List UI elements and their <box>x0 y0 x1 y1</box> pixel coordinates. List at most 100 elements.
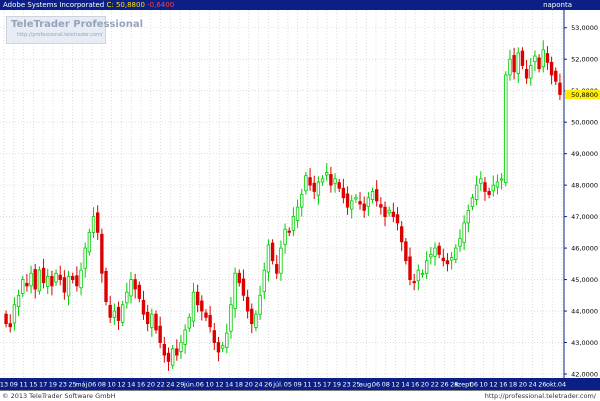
candle-down <box>445 260 450 265</box>
candle-up <box>179 342 183 352</box>
period-label[interactable]: naponta <box>543 0 572 10</box>
x-tick-label: 05 <box>284 381 292 389</box>
candle-down <box>100 233 104 274</box>
candle-down <box>337 182 341 189</box>
x-tick-label: 14 <box>401 381 409 389</box>
candle-down <box>408 256 412 280</box>
x-tick-label: 06 <box>470 381 478 389</box>
candle-down <box>379 204 383 208</box>
candle-up <box>433 247 437 257</box>
candle-down <box>487 191 491 195</box>
candle-up <box>470 197 475 207</box>
candle-up <box>504 74 508 184</box>
candle-down <box>237 272 241 284</box>
candle-down <box>104 270 108 302</box>
candle-up <box>91 216 96 233</box>
x-tick-label: 06 <box>196 381 204 389</box>
current-price-label: 50,8800 <box>571 91 598 99</box>
candle-up <box>37 269 42 292</box>
candle-down <box>287 230 291 233</box>
candle-up <box>491 184 495 192</box>
candle-up <box>266 244 271 273</box>
x-tick-label: 18 <box>235 381 243 389</box>
candle-down <box>25 282 29 287</box>
candle-down <box>204 312 208 318</box>
candle-down <box>33 269 37 290</box>
candle-up <box>291 216 296 231</box>
candle-down <box>362 203 366 211</box>
y-tick-label: 50,0000 <box>571 119 598 127</box>
candle-up <box>495 181 500 188</box>
candle-down <box>108 304 112 318</box>
x-tick-label: 15 <box>29 381 37 389</box>
x-tick-label: 13 <box>0 381 8 389</box>
candle-down <box>345 193 350 208</box>
candle-down <box>524 68 529 79</box>
x-tick-label: 19 <box>333 381 341 389</box>
y-tick-label: 44,0000 <box>571 308 598 316</box>
candle-down <box>395 214 400 224</box>
x-tick-label: 12 <box>215 381 223 389</box>
x-tick-label: 10 <box>205 381 213 389</box>
candle-down <box>358 201 362 205</box>
candle-up <box>300 194 304 208</box>
x-tick-label: 12 <box>117 381 125 389</box>
logo-name: TeleTrader Professional <box>11 19 144 30</box>
x-tick-label: 22 <box>431 381 439 389</box>
candle-up <box>304 175 308 192</box>
candle-up <box>83 247 87 269</box>
candle-up <box>295 206 300 221</box>
candle-up <box>191 291 196 322</box>
candle-up <box>333 178 337 184</box>
candle-up <box>220 345 225 349</box>
candle-down <box>208 315 212 328</box>
candle-down <box>308 177 312 186</box>
candle-down <box>71 276 75 280</box>
candle-down <box>520 50 525 66</box>
candle-up <box>21 279 25 294</box>
x-tick-label: 11 <box>303 381 311 389</box>
candle-down <box>245 296 250 312</box>
candle-up <box>29 272 33 287</box>
candlestick-chart[interactable]: 42,0000 43,0000 44,0000 45,0000 46,0000 47,00… <box>0 10 600 390</box>
candle-up <box>283 228 287 245</box>
candle-down <box>166 352 171 362</box>
x-tick-label: okt. <box>546 381 558 389</box>
candle-up <box>474 184 479 201</box>
candle-up <box>87 231 92 253</box>
chart-title: Adobe Systems Incorporated C: 50,8800 -0… <box>3 1 175 9</box>
y-tick-label: 48,0000 <box>571 182 598 190</box>
y-tick-label: 49,0000 <box>571 150 598 158</box>
x-tick-label: 06 <box>88 381 96 389</box>
plot-area <box>0 10 564 378</box>
candle-down <box>200 300 204 312</box>
candle-down <box>116 306 121 321</box>
candle-down <box>441 257 446 262</box>
x-tick-label: 15 <box>313 381 321 389</box>
candle-up <box>229 304 233 332</box>
x-tick-label: 16 <box>137 381 145 389</box>
candle-down <box>50 276 54 287</box>
x-tick-label: 20 <box>421 381 429 389</box>
x-tick-label: 20 <box>519 381 527 389</box>
candle-up <box>320 178 325 183</box>
candle-up <box>454 247 458 260</box>
x-tick-label: 23 <box>342 381 350 389</box>
x-tick-label: 12 <box>391 381 399 389</box>
x-axis: 13 09 11 15 17 19 23 25máj.06 08 10 12 14 16 20 22 24 29… <box>0 381 566 389</box>
y-tick-label: 52,0000 <box>571 56 598 64</box>
x-tick-label: 12 <box>489 381 497 389</box>
candle-up <box>125 291 129 304</box>
x-tick-label: 16 <box>499 381 507 389</box>
candle-up <box>66 276 71 297</box>
candle-up <box>416 269 421 282</box>
x-tick-label: 09 <box>294 381 302 389</box>
candle-down <box>383 206 387 218</box>
candle-down <box>212 330 216 343</box>
candle-up <box>370 191 375 201</box>
candle-up <box>508 58 512 76</box>
candle-down <box>8 323 12 328</box>
candle-up <box>462 222 466 243</box>
x-tick-label: 26 <box>440 381 448 389</box>
candle-down <box>58 274 62 280</box>
